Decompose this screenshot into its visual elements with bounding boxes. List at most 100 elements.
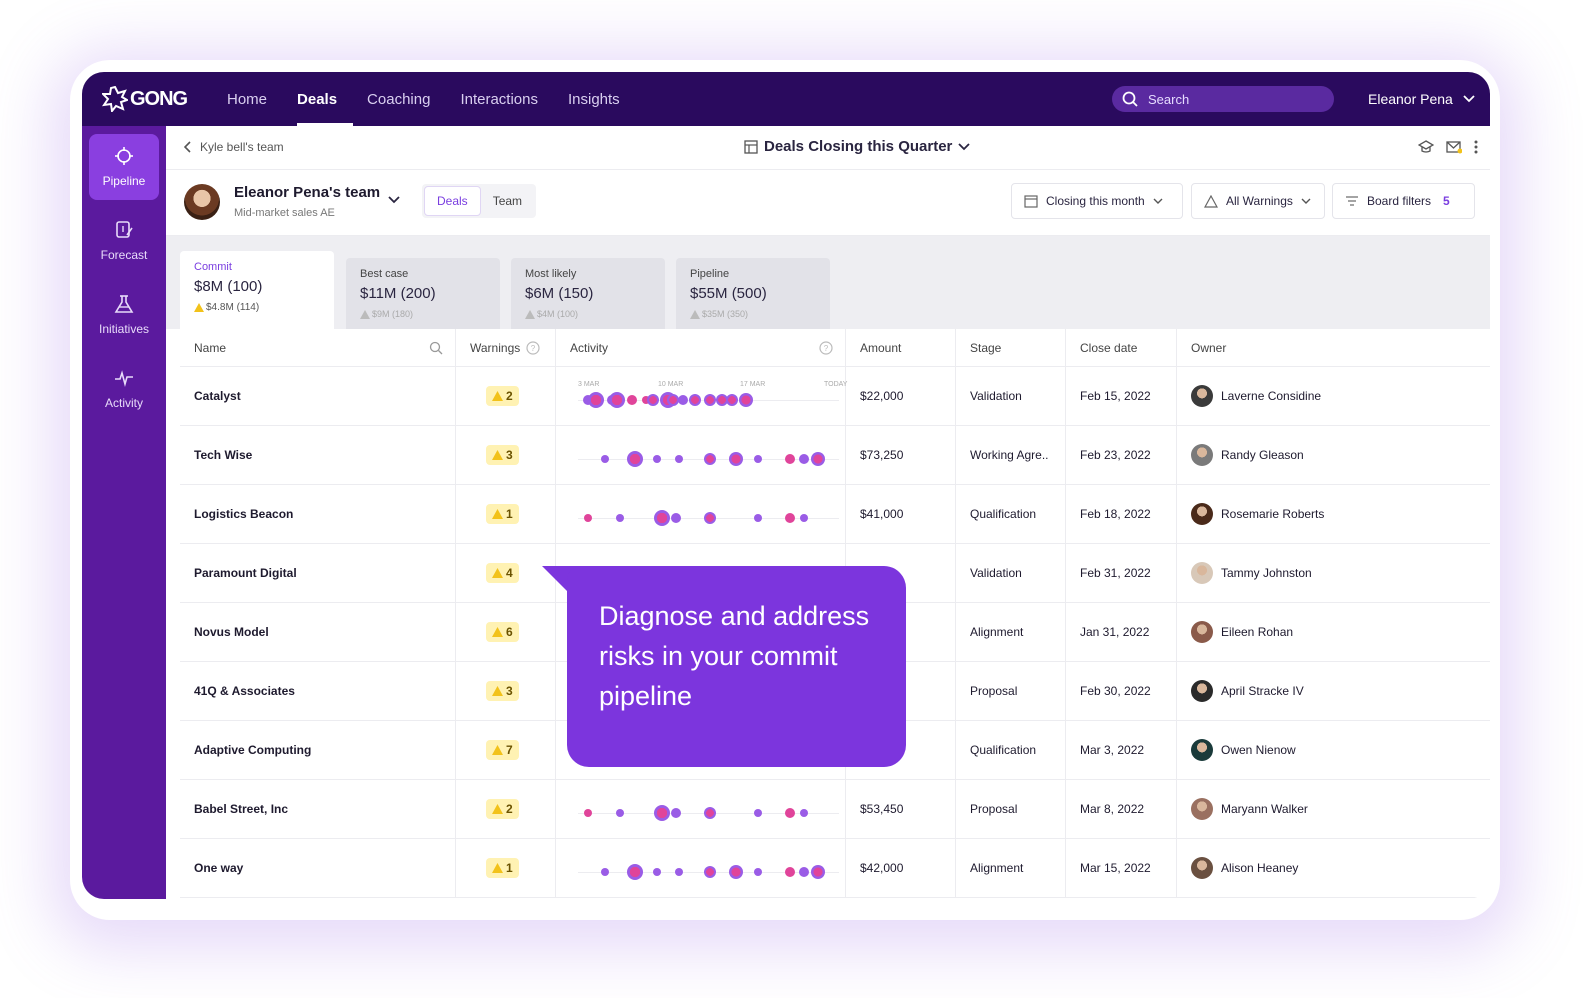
activity-dot[interactable] — [785, 512, 795, 523]
activity-dot[interactable] — [627, 450, 643, 467]
mail-icon[interactable] — [1446, 140, 1462, 154]
card-best-case[interactable]: Best case $11M (200) $9M (180) — [346, 258, 500, 329]
activity-dot[interactable] — [601, 454, 609, 463]
chevron-down-icon[interactable] — [388, 196, 400, 204]
activity-dot[interactable] — [704, 806, 716, 819]
search-icon[interactable] — [429, 341, 443, 355]
search-input[interactable]: Search — [1112, 86, 1334, 112]
table-row[interactable]: Tech Wise 3 $73,250 Working Agre.. Feb 23, 2… — [180, 426, 1490, 485]
deal-name[interactable]: Catalyst — [180, 367, 456, 425]
table-row[interactable]: One way 1 $42,000 Alignment Mar 15, 2022 Alis… — [180, 839, 1490, 898]
deal-name[interactable]: Paramount Digital — [180, 544, 456, 602]
card-pipeline[interactable]: Pipeline $55M (500) $35M (350) — [676, 258, 830, 329]
header-close-date[interactable]: Close date — [1066, 329, 1177, 366]
table-row[interactable]: Catalyst 2 3 MAR 10 MAR 17 MAR TODAY $22,000 Va… — [180, 367, 1490, 426]
activity-dot[interactable] — [800, 513, 808, 522]
activity-dot[interactable] — [811, 864, 825, 879]
activity-dot[interactable] — [584, 808, 592, 817]
activity-dot[interactable] — [704, 511, 716, 524]
warning-badge[interactable]: 3 — [486, 445, 519, 465]
activity-dot[interactable] — [704, 865, 716, 878]
activity-dot[interactable] — [729, 864, 743, 879]
activity-dot[interactable] — [726, 393, 738, 406]
activity-dot[interactable] — [584, 513, 592, 522]
header-owner[interactable]: Owner — [1177, 329, 1490, 366]
owner-cell[interactable]: Tammy Johnston — [1177, 544, 1490, 602]
deal-name[interactable]: Novus Model — [180, 603, 456, 661]
activity-dot[interactable] — [675, 454, 683, 463]
warning-badge[interactable]: 7 — [486, 740, 519, 760]
table-row[interactable]: Logistics Beacon 1 $41,000 Qualification Feb… — [180, 485, 1490, 544]
activity-dot[interactable] — [704, 452, 716, 465]
activity-dot[interactable] — [671, 512, 681, 523]
owner-cell[interactable]: Laverne Considine — [1177, 367, 1490, 425]
activity-dot[interactable] — [601, 867, 609, 876]
sidebar-item-activity[interactable]: Activity — [89, 356, 159, 422]
warning-badge[interactable]: 2 — [486, 799, 519, 819]
deal-name[interactable]: Tech Wise — [180, 426, 456, 484]
warning-badge[interactable]: 6 — [486, 622, 519, 642]
warning-badge[interactable]: 1 — [486, 504, 519, 524]
nav-interactions[interactable]: Interactions — [445, 72, 553, 126]
activity-dot[interactable] — [689, 393, 701, 406]
board-filters-button[interactable]: Board filters 5 — [1332, 183, 1475, 219]
owner-cell[interactable]: Owen Nienow — [1177, 721, 1490, 779]
sidebar-item-forecast[interactable]: Forecast — [89, 208, 159, 274]
view-selector[interactable]: Deals Closing this Quarter — [738, 138, 976, 155]
owner-cell[interactable]: Rosemarie Roberts — [1177, 485, 1490, 543]
activity-dot[interactable] — [729, 451, 743, 466]
deal-name[interactable]: Babel Street, Inc — [180, 780, 456, 838]
nav-home[interactable]: Home — [212, 72, 282, 126]
deal-name[interactable]: 41Q & Associates — [180, 662, 456, 720]
header-amount[interactable]: Amount — [846, 329, 956, 366]
closing-filter[interactable]: Closing this month — [1011, 183, 1183, 219]
warning-badge[interactable]: 2 — [486, 386, 519, 406]
activity-dot[interactable] — [799, 453, 809, 464]
nav-insights[interactable]: Insights — [553, 72, 635, 126]
more-vertical-icon[interactable] — [1474, 140, 1478, 154]
activity-dot[interactable] — [671, 807, 681, 818]
owner-cell[interactable]: Randy Gleason — [1177, 426, 1490, 484]
activity-dot[interactable] — [754, 867, 762, 876]
team-name[interactable]: Eleanor Pena's team — [234, 184, 380, 201]
header-name[interactable]: Name — [180, 329, 456, 366]
tab-deals[interactable]: Deals — [424, 186, 481, 216]
card-most-likely[interactable]: Most likely $6M (150) $4M (100) — [511, 258, 665, 329]
activity-dot[interactable] — [647, 393, 659, 406]
activity-dot[interactable] — [627, 394, 637, 405]
warning-badge[interactable]: 4 — [486, 563, 519, 583]
header-activity[interactable]: Activity ? — [556, 329, 846, 366]
activity-dot[interactable] — [654, 509, 670, 526]
activity-dot[interactable] — [800, 808, 808, 817]
user-menu[interactable]: Eleanor Pena — [1368, 72, 1475, 126]
activity-dot[interactable] — [754, 513, 762, 522]
activity-dot[interactable] — [653, 867, 661, 876]
table-row[interactable]: Babel Street, Inc 2 $53,450 Proposal Mar 8, … — [180, 780, 1490, 839]
activity-dot[interactable] — [675, 867, 683, 876]
activity-dot[interactable] — [739, 392, 753, 407]
activity-dot[interactable] — [678, 394, 688, 405]
warning-badge[interactable]: 1 — [486, 858, 519, 878]
card-commit[interactable]: Commit $8M (100) $4.8M (114) — [180, 251, 334, 329]
sidebar-item-initiatives[interactable]: Initiatives — [89, 282, 159, 348]
activity-dot[interactable] — [616, 513, 624, 522]
graduation-cap-icon[interactable] — [1418, 140, 1434, 154]
help-icon[interactable]: ? — [819, 341, 833, 355]
activity-dot[interactable] — [785, 866, 795, 877]
owner-cell[interactable]: April Stracke IV — [1177, 662, 1490, 720]
gong-logo[interactable]: GONG — [102, 86, 212, 112]
activity-dot[interactable] — [785, 453, 795, 464]
owner-cell[interactable]: Eileen Rohan — [1177, 603, 1490, 661]
activity-dot[interactable] — [799, 866, 809, 877]
deal-name[interactable]: One way — [180, 839, 456, 897]
deal-name[interactable]: Logistics Beacon — [180, 485, 456, 543]
activity-dot[interactable] — [754, 808, 762, 817]
activity-dot[interactable] — [704, 393, 716, 406]
activity-dot[interactable] — [754, 454, 762, 463]
deal-name[interactable]: Adaptive Computing — [180, 721, 456, 779]
activity-dot[interactable] — [627, 863, 643, 880]
tab-team[interactable]: Team — [481, 186, 534, 216]
activity-dot[interactable] — [588, 391, 604, 408]
sidebar-item-pipeline[interactable]: Pipeline — [89, 134, 159, 200]
header-stage[interactable]: Stage — [956, 329, 1066, 366]
